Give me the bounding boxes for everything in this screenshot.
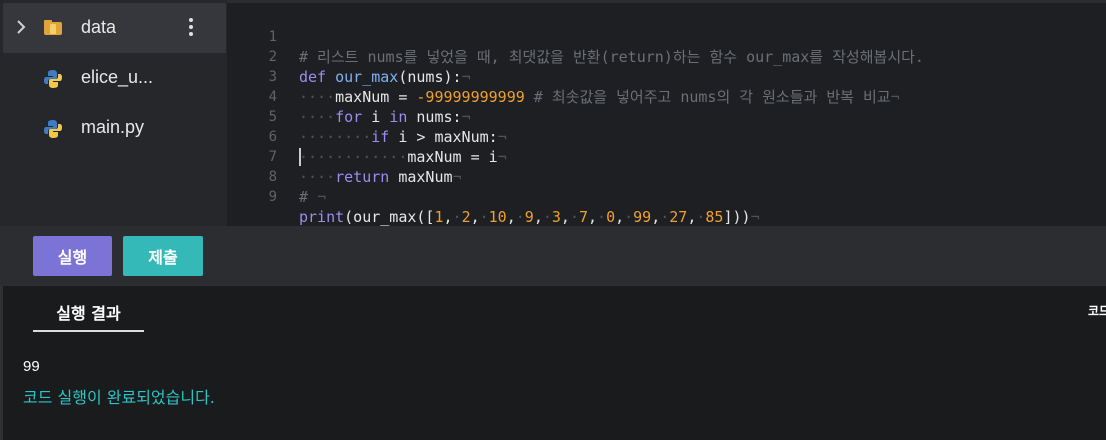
output-result: 99 (23, 358, 40, 375)
output-panel: 실행 결과 코드 99 코드 실행이 완료되었습니다. (3, 286, 1106, 440)
file-item-data[interactable]: data (3, 3, 226, 53)
code-line: 6 ············maxNum = i¬ (227, 107, 1106, 166)
python-icon (43, 119, 63, 138)
file-item-elice-utils[interactable]: elice_u... (3, 53, 226, 103)
file-item-label: elice_u... (81, 67, 154, 87)
python-icon (43, 69, 63, 88)
code-comment: # ¬ (299, 188, 327, 206)
editor-top-border (227, 0, 1106, 3)
code-text: print(our_max([1,·2,·10,·9,·3,·7,·0,·99,… (299, 208, 760, 226)
code-line: 1 # 리스트 nums를 넣었을 때, 최댓값을 반환(return)하는 함… (227, 7, 1106, 66)
run-button[interactable]: 실행 (33, 236, 112, 276)
code-line: 7 ····return maxNum¬ (227, 127, 1106, 186)
code-line: 2 def our_max(nums):¬ (227, 27, 1106, 86)
code-line: 3 ····maxNum = -99999999999 # 최솟값을 넣어주고 … (227, 47, 1106, 106)
file-item-label: main.py (81, 117, 145, 137)
output-status: 코드 실행이 완료되었습니다. (23, 388, 215, 407)
file-item-label: data (81, 17, 117, 37)
tab-run-result[interactable]: 실행 결과 (33, 298, 144, 332)
more-options-icon[interactable] (187, 18, 195, 40)
line-number: 9 (268, 189, 277, 205)
code-editor[interactable]: 1 # 리스트 nums를 넣었을 때, 최댓값을 반환(return)하는 함… (227, 0, 1106, 226)
code-line: 9 print(our_max([1,·2,·10,·9,·3,·7,·0,·9… (227, 167, 1106, 226)
chevron-right-icon[interactable] (15, 17, 29, 37)
code-line: 8 # ¬ (227, 147, 1106, 206)
tab-code-partial[interactable]: 코드 (1088, 302, 1106, 319)
file-item-main-py[interactable]: main.py (3, 103, 226, 153)
submit-button[interactable]: 제출 (123, 236, 203, 276)
text-cursor (299, 148, 301, 166)
folder-icon (43, 19, 63, 37)
file-explorer: data elice_u... main.py (0, 0, 227, 226)
code-line: 5 ········if i > maxNum:¬ (227, 87, 1106, 146)
action-bar: 실행 제출 (0, 226, 1106, 286)
code-line: 4 ····for i in nums:¬ (227, 67, 1106, 126)
